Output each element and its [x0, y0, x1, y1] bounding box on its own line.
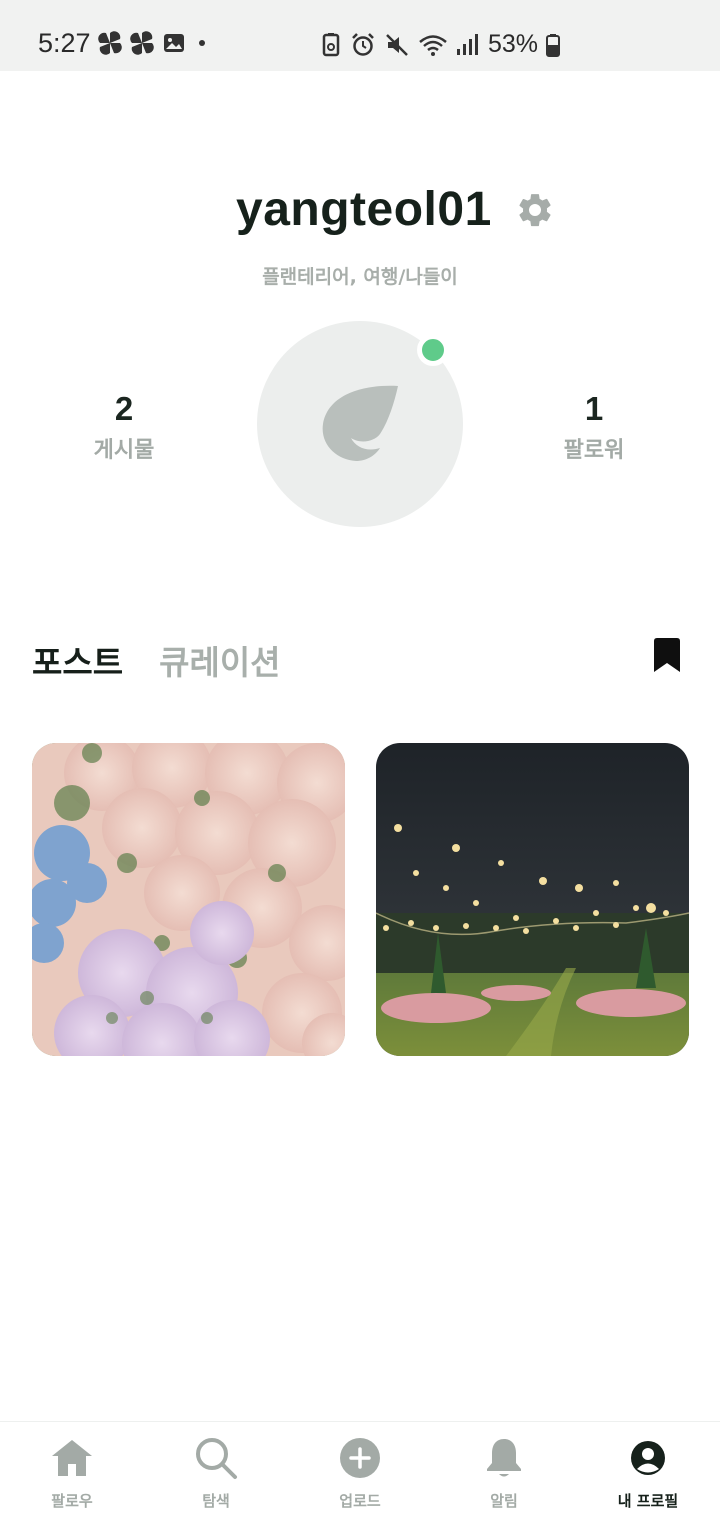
post-thumbnail-flowers[interactable]	[32, 743, 345, 1056]
gear-icon[interactable]	[515, 190, 555, 230]
followers-label: 팔로워	[563, 438, 625, 463]
gallery-icon	[164, 34, 184, 52]
alarm-icon	[352, 32, 374, 56]
nav-label: 팔로우	[51, 1492, 93, 1510]
nav-label: 내 프로필	[617, 1492, 679, 1510]
nav-label: 탐색	[202, 1492, 230, 1510]
username: yangteol01	[236, 183, 492, 236]
pinwheel-icon	[130, 31, 154, 55]
profile-icon	[631, 1441, 665, 1475]
status-bar: 5:27 53%	[0, 0, 720, 71]
status-time: 5:27	[38, 28, 91, 58]
flowers-photo	[32, 743, 345, 1056]
status-left-icons	[98, 31, 210, 55]
nav-following[interactable]: 팔로우	[0, 1422, 144, 1520]
dot-icon	[199, 40, 205, 46]
status-right-icons: 53%	[320, 30, 561, 59]
posts-count: 2	[114, 390, 134, 427]
post-thumbnail-night-garden[interactable]	[376, 743, 689, 1056]
profile-bio: 플랜테리어, 여행/나들이	[262, 266, 458, 288]
nav-label: 알림	[490, 1492, 518, 1510]
nav-notifications[interactable]: 알림	[432, 1422, 576, 1520]
posts-label: 게시물	[93, 438, 155, 463]
search-icon	[196, 1438, 237, 1479]
followers-count: 1	[584, 390, 604, 427]
posts-stat[interactable]: 2 게시물	[34, 390, 214, 464]
home-icon	[52, 1440, 92, 1476]
leaf-icon	[322, 385, 398, 461]
followers-stat[interactable]: 1 팔로워	[504, 390, 684, 464]
tab-posts[interactable]: 포스트	[32, 636, 123, 684]
pinwheel-icon	[98, 31, 122, 55]
wifi-icon	[419, 34, 447, 56]
bottom-navigation: 팔로우 탐색 업로드 알림 내 프로필	[0, 1421, 720, 1520]
night-garden-photo	[376, 743, 689, 1056]
profile-tabs: 포스트 큐레이션	[32, 636, 281, 684]
online-status-dot	[417, 334, 449, 366]
nav-my-profile[interactable]: 내 프로필	[576, 1422, 720, 1520]
nav-explore[interactable]: 탐색	[144, 1422, 288, 1520]
battery-percent: 53%	[488, 30, 539, 58]
signal-icon	[457, 33, 478, 55]
nav-label: 업로드	[339, 1492, 381, 1510]
battery-saver-icon	[322, 32, 340, 56]
battery-icon	[546, 33, 561, 57]
plus-circle-icon	[340, 1438, 380, 1478]
nav-upload[interactable]: 업로드	[288, 1422, 432, 1520]
mute-icon	[386, 33, 408, 56]
bell-icon	[487, 1439, 521, 1477]
bookmark-icon[interactable]	[651, 637, 683, 673]
tab-curation[interactable]: 큐레이션	[159, 636, 280, 684]
